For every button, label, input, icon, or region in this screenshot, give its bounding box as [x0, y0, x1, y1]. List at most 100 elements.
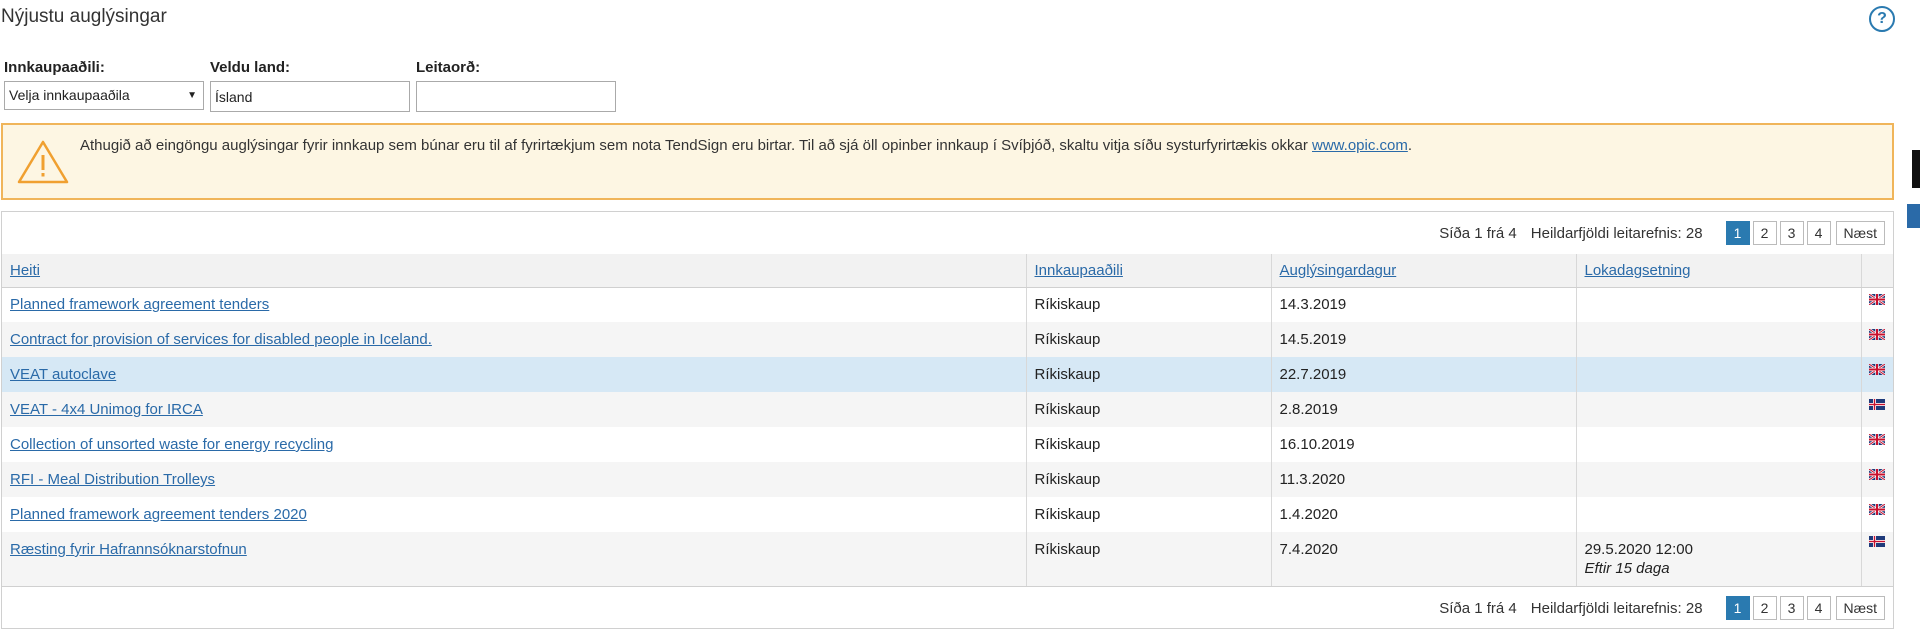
- page-button-2[interactable]: 2: [1752, 221, 1777, 245]
- adjacent-window-bar: [1912, 150, 1920, 188]
- iceland-flag-icon: [1869, 536, 1885, 547]
- page-button-2[interactable]: 2: [1752, 596, 1777, 620]
- buyer-cell: Ríkiskaup: [1026, 392, 1272, 427]
- pager-bottom: Síða 1 frá 4 Heildarfjöldi leitarefnis: …: [2, 586, 1893, 629]
- deadline-cell: [1576, 287, 1862, 322]
- search-filter-label: Leitaorð:: [416, 59, 481, 76]
- published-cell: 11.3.2020: [1271, 462, 1577, 497]
- warning-icon: [17, 140, 69, 184]
- uk-flag-icon: [1869, 294, 1885, 305]
- page-button-3[interactable]: 3: [1779, 596, 1804, 620]
- page-button-4[interactable]: 4: [1806, 221, 1831, 245]
- header-buyer: Innkaupaaðili: [1026, 254, 1272, 288]
- uk-flag-icon: [1869, 364, 1885, 375]
- page: Nýjustu auglýsingar ? Innkaupaaðili: Vel…: [0, 0, 1895, 640]
- header-language: [1861, 254, 1893, 288]
- next-page-button[interactable]: Næst: [1835, 221, 1885, 245]
- page-button-4[interactable]: 4: [1806, 596, 1831, 620]
- table-row[interactable]: Planned framework agreement tenders Ríki…: [2, 287, 1893, 322]
- buyer-cell: Ríkiskaup: [1026, 287, 1272, 322]
- results-table: Heiti Innkaupaaðili Auglýsingardagur Lok…: [2, 254, 1893, 587]
- published-cell: 2.8.2019: [1271, 392, 1577, 427]
- published-cell: 22.7.2019: [1271, 357, 1577, 392]
- table-header: Heiti Innkaupaaðili Auglýsingardagur Lok…: [2, 254, 1893, 288]
- adjacent-window-accent: [1907, 204, 1920, 228]
- notice-banner: Athugið að eingöngu auglýsingar fyrir in…: [1, 123, 1894, 200]
- published-cell: 16.10.2019: [1271, 427, 1577, 462]
- deadline-remaining: Eftir 15 daga: [1584, 560, 1670, 577]
- buyer-cell: Ríkiskaup: [1026, 357, 1272, 392]
- notice-message: Athugið að eingöngu auglýsingar fyrir in…: [80, 137, 1312, 154]
- deadline-cell: [1576, 427, 1862, 462]
- table-row[interactable]: Ræsting fyrir Hafrannsóknarstofnun Ríkis…: [2, 532, 1893, 587]
- tender-title-link[interactable]: Planned framework agreement tenders: [10, 296, 269, 313]
- tender-title-link[interactable]: RFI - Meal Distribution Trolleys: [10, 471, 215, 488]
- uk-flag-icon: [1869, 329, 1885, 340]
- buyer-cell: Ríkiskaup: [1026, 462, 1272, 497]
- next-page-button[interactable]: Næst: [1835, 596, 1885, 620]
- header-published: Auglýsingardagur: [1271, 254, 1577, 288]
- table-row[interactable]: RFI - Meal Distribution Trolleys Ríkiska…: [2, 462, 1893, 497]
- page-info: Síða 1 frá 4: [1439, 224, 1517, 242]
- published-cell: 7.4.2020: [1271, 532, 1577, 587]
- tender-title-link[interactable]: VEAT - 4x4 Unimog for IRCA: [10, 401, 203, 418]
- notice-text: Athugið að eingöngu auglýsingar fyrir in…: [80, 137, 1412, 154]
- header-deadline: Lokadagsetning: [1576, 254, 1862, 288]
- table-row-selected[interactable]: VEAT autoclave Ríkiskaup 22.7.2019: [2, 357, 1893, 392]
- pager-top: Síða 1 frá 4 Heildarfjöldi leitarefnis: …: [2, 212, 1893, 255]
- page-info: Síða 1 frá 4: [1439, 599, 1517, 617]
- buyer-filter-label: Innkaupaaðili:: [4, 59, 105, 76]
- deadline-cell: [1576, 392, 1862, 427]
- deadline-cell: [1576, 497, 1862, 532]
- page-button-1[interactable]: 1: [1725, 596, 1750, 620]
- buyer-cell: Ríkiskaup: [1026, 322, 1272, 357]
- sort-buyer-link[interactable]: Innkaupaaðili: [1035, 262, 1123, 279]
- page-title: Nýjustu auglýsingar: [1, 6, 167, 27]
- country-filter: Veldu land:: [210, 59, 410, 112]
- tender-title-link[interactable]: Ræsting fyrir Hafrannsóknarstofnun: [10, 541, 247, 558]
- buyer-cell: Ríkiskaup: [1026, 497, 1272, 532]
- uk-flag-icon: [1869, 504, 1885, 515]
- published-cell: 1.4.2020: [1271, 497, 1577, 532]
- caret-down-icon: ▼: [187, 90, 197, 101]
- header-title: Heiti: [2, 254, 1027, 288]
- search-filter: Leitaorð:: [416, 59, 616, 112]
- table-row[interactable]: VEAT - 4x4 Unimog for IRCA Ríkiskaup 2.8…: [2, 392, 1893, 427]
- notice-suffix: .: [1407, 137, 1413, 154]
- iceland-flag-icon: [1869, 399, 1885, 410]
- adjacent-window-edge: [1905, 0, 1920, 640]
- total-count: Heildarfjöldi leitarefnis: 28: [1530, 224, 1703, 242]
- country-input[interactable]: [210, 81, 410, 112]
- uk-flag-icon: [1869, 434, 1885, 445]
- deadline-cell: [1576, 357, 1862, 392]
- country-filter-label: Veldu land:: [210, 59, 291, 76]
- table-row[interactable]: Collection of unsorted waste for energy …: [2, 427, 1893, 462]
- search-input[interactable]: [416, 81, 616, 112]
- total-count: Heildarfjöldi leitarefnis: 28: [1530, 599, 1703, 617]
- buyer-filter: Innkaupaaðili: Velja innkaupaaðila ▼: [4, 59, 204, 110]
- buyer-select[interactable]: Velja innkaupaaðila ▼: [4, 81, 204, 110]
- tender-title-link[interactable]: VEAT autoclave: [10, 366, 116, 383]
- buyer-select-value: Velja innkaupaaðila: [9, 87, 130, 103]
- page-button-3[interactable]: 3: [1779, 221, 1804, 245]
- results-panel: Síða 1 frá 4 Heildarfjöldi leitarefnis: …: [1, 211, 1894, 629]
- help-icon[interactable]: ?: [1869, 6, 1895, 32]
- sort-published-link[interactable]: Auglýsingardagur: [1280, 262, 1397, 279]
- tender-title-link[interactable]: Contract for provision of services for d…: [10, 331, 432, 348]
- deadline-date: 29.5.2020 12:00: [1584, 541, 1693, 558]
- page-button-1[interactable]: 1: [1725, 221, 1750, 245]
- tender-title-link[interactable]: Collection of unsorted waste for energy …: [10, 436, 334, 453]
- buyer-cell: Ríkiskaup: [1026, 532, 1272, 587]
- uk-flag-icon: [1869, 469, 1885, 480]
- published-cell: 14.3.2019: [1271, 287, 1577, 322]
- published-cell: 14.5.2019: [1271, 322, 1577, 357]
- deadline-cell: [1576, 462, 1862, 497]
- deadline-cell: 29.5.2020 12:00 Eftir 15 daga: [1576, 532, 1862, 587]
- tender-title-link[interactable]: Planned framework agreement tenders 2020: [10, 506, 307, 523]
- sort-deadline-link[interactable]: Lokadagsetning: [1585, 262, 1691, 279]
- table-row[interactable]: Contract for provision of services for d…: [2, 322, 1893, 357]
- opic-link[interactable]: www.opic.com: [1312, 137, 1408, 154]
- sort-title-link[interactable]: Heiti: [10, 262, 40, 279]
- deadline-cell: [1576, 322, 1862, 357]
- table-row[interactable]: Planned framework agreement tenders 2020…: [2, 497, 1893, 532]
